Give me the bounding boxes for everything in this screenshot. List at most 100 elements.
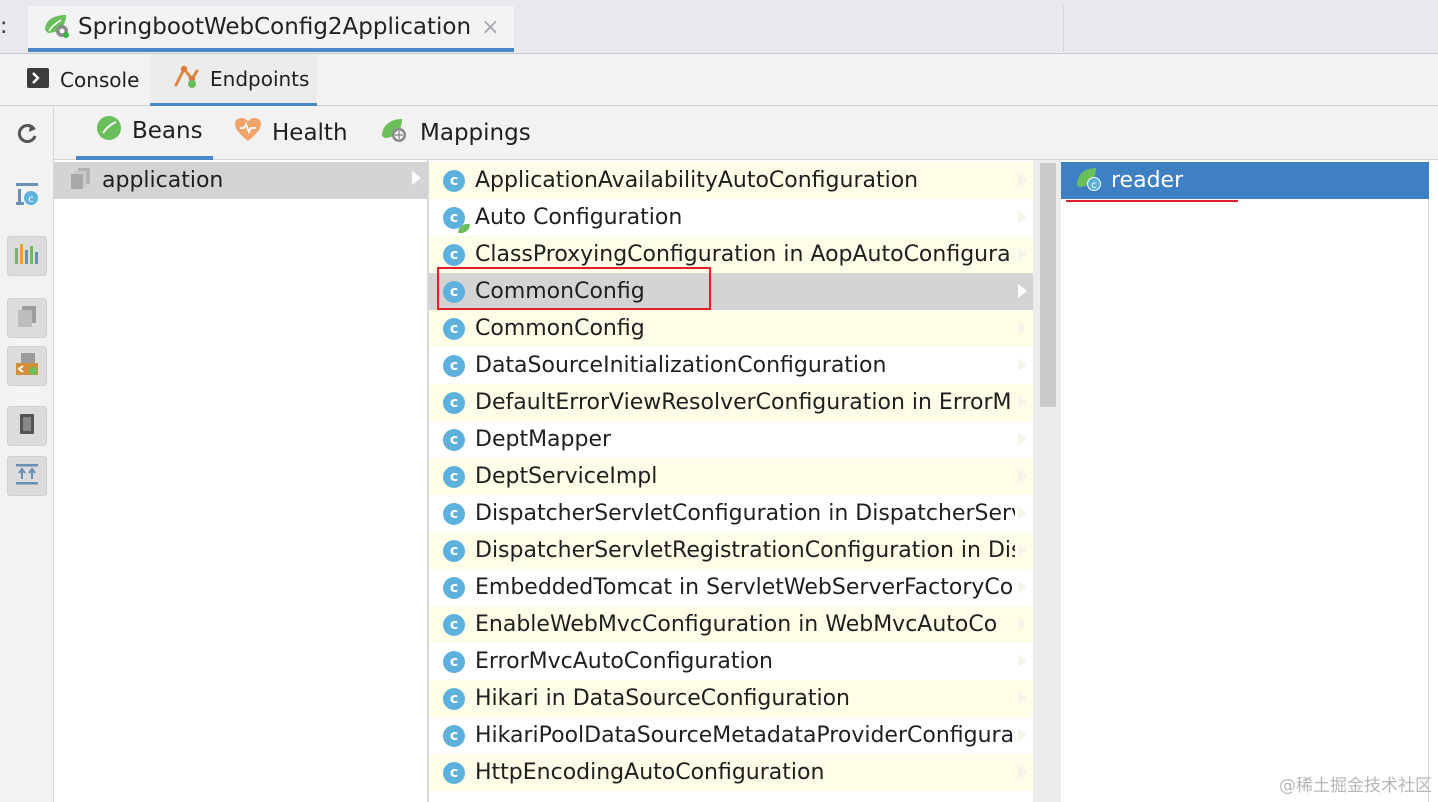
bean-label: ErrorMvcAutoConfiguration	[475, 649, 773, 674]
expand-arrow-icon	[1018, 358, 1027, 372]
list-item-bean[interactable]: c DefaultErrorViewResolverConfiguration i…	[429, 384, 1033, 421]
list-item-bean[interactable]: c CommonConfig	[429, 273, 1033, 310]
class-icon-glyph: c	[449, 764, 459, 781]
expand-arrow-icon	[1018, 210, 1027, 224]
refresh-icon	[14, 121, 40, 151]
list-item-bean[interactable]: c EnableWebMvcConfiguration in WebMvcAuto…	[429, 606, 1033, 643]
export-button[interactable]	[7, 406, 47, 446]
class-icon: c	[443, 465, 465, 488]
run-sub-tabs: Console Endpoints	[0, 54, 1438, 106]
run-tab-application[interactable]: SpringbootWebConfig2Application ×	[28, 6, 514, 52]
mappings-icon	[380, 116, 410, 150]
bean-label: DeptMapper	[475, 427, 612, 452]
list-item-bean[interactable]: c DeptMapper	[429, 421, 1033, 458]
tab-console[interactable]: Console	[26, 54, 139, 106]
class-icon: c	[443, 613, 465, 636]
class-icon-glyph: c	[449, 357, 459, 374]
class-icon-glyph: c	[449, 616, 459, 633]
navigate-icon	[13, 350, 41, 382]
endpoints-icon	[172, 63, 200, 94]
list-item-bean[interactable]: c HttpEncodingAutoConfiguration	[429, 754, 1033, 791]
copy-button[interactable]	[7, 298, 47, 338]
list-item-bean[interactable]: c CommonConfig	[429, 310, 1033, 347]
class-icon: c	[443, 724, 465, 747]
context-label: application	[102, 168, 224, 193]
expand-arrow-icon	[1018, 543, 1027, 557]
bean-label: Auto Configuration	[475, 205, 683, 230]
class-icon-glyph: c	[449, 172, 459, 189]
run-tool-window-header: : SpringbootWebConfig2Application ×	[0, 0, 1438, 54]
refresh-button[interactable]	[7, 116, 47, 156]
tab-beans[interactable]: Beans	[76, 106, 213, 160]
endpoint-tabs: Beans Health Mappings	[54, 106, 1438, 160]
navigate-button[interactable]	[7, 346, 47, 386]
console-icon	[26, 67, 50, 94]
expand-arrow-icon	[1018, 765, 1027, 779]
diagram-icon	[13, 242, 41, 270]
bean-label: CommonConfig	[475, 316, 645, 341]
expand-arrow-icon	[1018, 580, 1027, 594]
list-item-bean[interactable]: c DispatcherServletConfiguration in Dispa…	[429, 495, 1033, 532]
bean-label: HikariPoolDataSourceMetadataProviderConf…	[475, 723, 1015, 748]
show-library-beans-button[interactable]: c	[7, 176, 47, 216]
class-icon-glyph: c	[449, 283, 459, 300]
expand-arrow-icon	[1018, 728, 1027, 742]
bean-label: HttpEncodingAutoConfiguration	[475, 760, 825, 785]
list-item-bean[interactable]: c ClassProxyingConfiguration in AopAutoCo…	[429, 236, 1033, 273]
tab-separator	[1063, 6, 1064, 52]
class-icon: c	[443, 539, 465, 562]
list-item-bean[interactable]: c HikariPoolDataSourceMetadataProviderCon…	[429, 717, 1033, 754]
class-icon-glyph: c	[449, 690, 459, 707]
bean-label: DefaultErrorViewResolverConfiguration in…	[475, 390, 1012, 415]
class-icon: c	[443, 761, 465, 784]
class-icon: c	[443, 243, 465, 266]
heart-icon	[234, 117, 262, 149]
beans-scrollbar-thumb[interactable]	[1040, 163, 1056, 407]
tab-beans-label: Beans	[132, 118, 203, 144]
expand-arrow-icon	[1018, 469, 1027, 483]
show-diagram-button[interactable]	[7, 236, 47, 276]
contexts-list: application	[54, 160, 427, 802]
list-item-application-context[interactable]: application	[54, 162, 427, 199]
run-tab-title: SpringbootWebConfig2Application	[78, 14, 472, 40]
tab-mappings[interactable]: Mappings	[380, 106, 531, 160]
tab-endpoints[interactable]: Endpoints	[150, 54, 317, 106]
list-item-bean[interactable]: c DispatcherServletRegistrationConfigurat…	[429, 532, 1033, 569]
export-icon	[14, 411, 40, 441]
tab-console-label: Console	[60, 68, 140, 92]
beans-list: c ApplicationAvailabilityAutoConfiguratio…	[429, 160, 1033, 802]
class-icon: c	[443, 502, 465, 525]
bean-label: DeptServiceImpl	[475, 464, 658, 489]
list-item-bean[interactable]: c ErrorMvcAutoConfiguration	[429, 643, 1033, 680]
run-bar-prefix: :	[0, 14, 8, 39]
svg-text:c: c	[28, 194, 34, 205]
class-icon-glyph: c	[449, 394, 459, 411]
tab-health-label: Health	[272, 120, 348, 146]
list-item-dependency[interactable]: c reader	[1061, 162, 1429, 199]
expand-arrow-icon	[1018, 432, 1027, 446]
close-icon[interactable]: ×	[481, 15, 499, 40]
collapse-button[interactable]	[7, 456, 47, 496]
list-item-bean[interactable]: c DataSourceInitializationConfiguration	[429, 347, 1033, 384]
class-icon-glyph: c	[449, 320, 459, 337]
list-item-bean[interactable]: c ApplicationAvailabilityAutoConfiguratio…	[429, 162, 1033, 199]
copy-icon	[14, 303, 40, 333]
class-icon-glyph: c	[449, 505, 459, 522]
list-item-bean[interactable]: c Auto Configuration	[429, 199, 1033, 236]
bean-label: EmbeddedTomcat in ServletWebServerFactor…	[475, 575, 1014, 600]
expand-arrow-icon	[1018, 284, 1027, 298]
dependencies-list: c reader	[1061, 160, 1429, 802]
list-item-bean[interactable]: c EmbeddedTomcat in ServletWebServerFacto…	[429, 569, 1033, 606]
class-icon: c	[443, 280, 465, 303]
tab-endpoints-label: Endpoints	[210, 66, 310, 91]
spring-leaf-icon	[96, 115, 122, 147]
list-item-bean[interactable]: c DeptServiceImpl	[429, 458, 1033, 495]
bean-label: EnableWebMvcConfiguration in WebMvcAutoC…	[475, 612, 998, 637]
dependency-label: reader	[1111, 168, 1184, 193]
collapse-icon	[13, 461, 41, 491]
list-item-bean[interactable]: c Hikari in DataSourceConfiguration	[429, 680, 1033, 717]
tab-health[interactable]: Health	[234, 106, 348, 160]
expand-arrow-icon	[1018, 173, 1027, 187]
class-icon-glyph: c	[449, 579, 459, 596]
class-icon-glyph: c	[449, 468, 459, 485]
